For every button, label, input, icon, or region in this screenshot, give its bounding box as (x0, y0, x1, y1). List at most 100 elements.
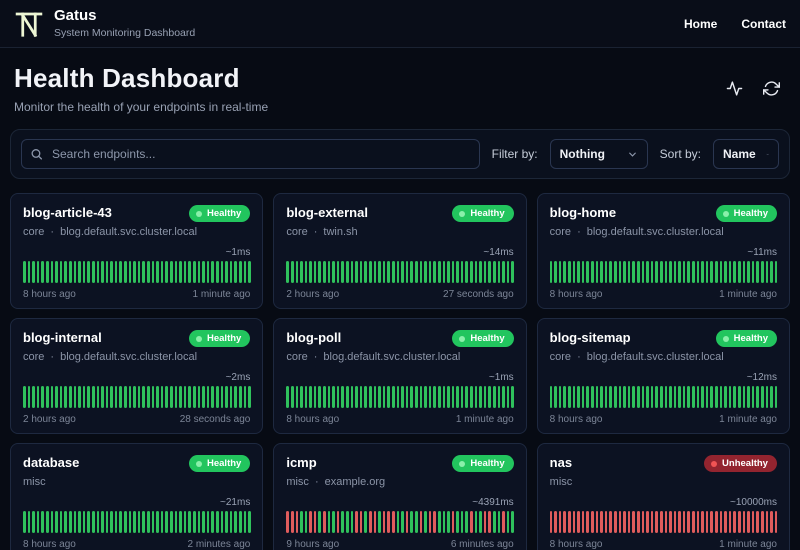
card-footer: 8 hours ago 1 minute ago (550, 539, 777, 550)
endpoint-card[interactable]: blog-home Healthy core · blog.default.sv… (536, 193, 790, 309)
activity-icon[interactable] (726, 80, 743, 97)
uptime-bar-success (692, 386, 695, 408)
status-dot-icon (722, 335, 729, 342)
uptime-bar-success (742, 386, 746, 408)
endpoint-name: icmp (286, 455, 317, 470)
uptime-bar-success (133, 386, 136, 408)
nav-link-home[interactable]: Home (684, 17, 717, 31)
uptime-bar-success (410, 261, 413, 283)
endpoint-card[interactable]: blog-poll Healthy core · blog.default.sv… (273, 318, 527, 434)
uptime-bar-failure (572, 511, 576, 533)
uptime-bar-success (595, 386, 599, 408)
uptime-bar-success (595, 261, 599, 283)
uptime-bar-success (465, 261, 469, 283)
uptime-bar-failure (336, 511, 340, 533)
uptime-bar-success (765, 386, 769, 408)
filter-select[interactable]: Nothing (549, 139, 648, 169)
uptime-bar-success (160, 386, 164, 408)
endpoint-name: blog-external (286, 205, 368, 220)
uptime-bar-failure (405, 511, 409, 533)
uptime-bar-success (359, 261, 363, 283)
uptime-bar-success (59, 511, 63, 533)
search-icon (31, 149, 43, 160)
uptime-bar-success (234, 386, 237, 408)
endpoint-card[interactable]: icmp Healthy misc · example.org ~4391ms … (273, 443, 527, 550)
uptime-bar-success (719, 386, 723, 408)
nav-link-contact[interactable]: Contact (741, 17, 786, 31)
uptime-bar-success (45, 511, 49, 533)
uptime-bar-success (369, 386, 372, 408)
uptime-bar-success (82, 511, 86, 533)
endpoint-card[interactable]: blog-sitemap Healthy core · blog.default… (536, 318, 790, 434)
uptime-bar-success (87, 261, 90, 283)
uptime-bar-success (511, 511, 515, 533)
uptime-bar-success (313, 386, 317, 408)
uptime-bar-success (646, 386, 649, 408)
uptime-bar-success (493, 386, 496, 408)
uptime-bar-success (206, 261, 210, 283)
uptime-bar-success (414, 261, 418, 283)
uptime-bar-success (188, 386, 191, 408)
uptime-bar-success (68, 511, 72, 533)
uptime-bar-success (192, 511, 196, 533)
endpoint-meta: misc · example.org (286, 476, 513, 488)
endpoint-group: misc (549, 476, 573, 488)
uptime-bar-success (355, 261, 358, 283)
uptime-bar-success (568, 261, 571, 283)
newest-timestamp: 1 minute ago (719, 289, 777, 300)
endpoint-card[interactable]: nas Unhealthy misc ~10000ms 8 hours ago … (536, 443, 790, 550)
uptime-bar-success (604, 261, 608, 283)
uptime-bar-success (682, 261, 686, 283)
uptime-bar-success (114, 511, 118, 533)
status-dot-icon (196, 460, 202, 467)
uptime-bar-failure (710, 511, 714, 533)
uptime-bar-success (563, 261, 567, 283)
endpoint-card[interactable]: blog-external Healthy core · twin.sh ~14… (273, 193, 527, 309)
uptime-bar-success (502, 261, 505, 283)
endpoint-card[interactable]: blog-article-43 Healthy core · blog.defa… (10, 193, 264, 309)
status-label: Healthy (470, 333, 505, 344)
uptime-bar-success (119, 386, 123, 408)
uptime-bar-failure (636, 511, 640, 533)
refresh-icon[interactable] (763, 80, 780, 97)
status-label: Healthy (470, 458, 505, 469)
hero-section: Health Dashboard Monitor the health of y… (0, 48, 800, 127)
search-input[interactable] (21, 139, 480, 169)
newest-timestamp: 1 minute ago (455, 414, 514, 425)
uptime-bar-failure (428, 511, 432, 533)
newest-timestamp: 1 minute ago (719, 539, 777, 550)
uptime-bar-success (488, 261, 492, 283)
uptime-bar-success (336, 261, 340, 283)
uptime-bar-failure (359, 511, 363, 533)
endpoint-host: example.org (324, 476, 386, 488)
uptime-bar-success (147, 386, 150, 408)
uptime-bar-success (147, 261, 150, 283)
uptime-bar-success (447, 386, 450, 408)
uptime-bar-success (128, 386, 132, 408)
uptime-bar-success (460, 386, 464, 408)
uptime-bar-success (724, 386, 727, 408)
uptime-bar-success (225, 511, 228, 533)
endpoint-card[interactable]: database Healthy misc ~21ms 8 hours ago … (10, 443, 264, 550)
uptime-bar-success (82, 261, 86, 283)
uptime-bar-success (87, 386, 90, 408)
uptime-bar-success (442, 386, 446, 408)
uptime-bar-success (114, 386, 118, 408)
uptime-bar-success (623, 386, 626, 408)
response-time: ~12ms (746, 372, 777, 383)
endpoint-host: twin.sh (323, 226, 358, 238)
sort-select[interactable]: Name (713, 139, 779, 169)
uptime-bar-success (170, 511, 173, 533)
uptime-bar-success (710, 261, 714, 283)
endpoint-card[interactable]: blog-internal Healthy core · blog.defaul… (10, 318, 264, 434)
uptime-bar-success (105, 261, 109, 283)
uptime-bar-failure (595, 511, 599, 533)
uptime-bar-success (50, 386, 54, 408)
uptime-bar-success (183, 386, 187, 408)
uptime-bar-success (300, 386, 303, 408)
uptime-bar-failure (295, 511, 299, 533)
uptime-bar-success (142, 511, 146, 533)
uptime-bar-success (179, 261, 182, 283)
status-dot-icon (459, 460, 466, 467)
uptime-bar-success (105, 511, 109, 533)
